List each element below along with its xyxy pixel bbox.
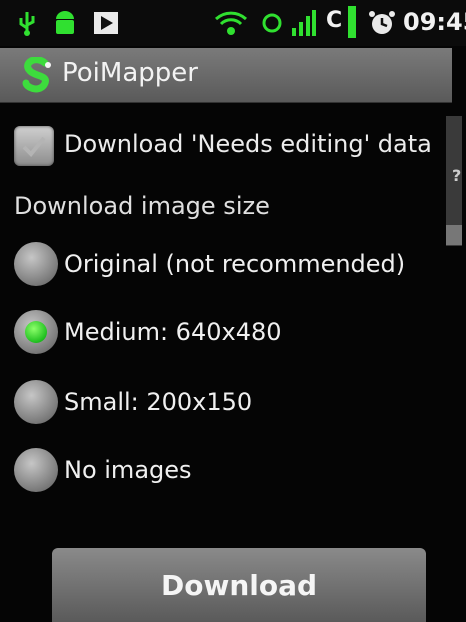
title-bar: PoiMapper [0, 48, 452, 103]
needs-editing-option[interactable]: Download 'Needs editing' data [12, 124, 442, 168]
radio-label-no-images: No images [64, 456, 192, 484]
android-icon [56, 11, 74, 34]
radio-option-original[interactable]: Original (not recommended) [12, 240, 442, 290]
play-icon [94, 12, 118, 34]
status-bar: C 09:45 [0, 0, 466, 46]
needs-editing-label: Download 'Needs editing' data [64, 130, 432, 158]
image-size-heading: Download image size [14, 192, 270, 220]
scrollbar-thumb[interactable] [446, 225, 462, 245]
carrier-indicator: C [326, 8, 343, 33]
app-title: PoiMapper [62, 58, 198, 88]
needs-editing-checkbox[interactable] [14, 126, 54, 166]
radio-original[interactable] [14, 242, 58, 286]
radio-label-original: Original (not recommended) [64, 250, 406, 278]
wifi-icon [214, 11, 248, 35]
sync-icon [262, 13, 282, 33]
radio-label-small: Small: 200x150 [64, 388, 253, 416]
radio-option-small[interactable]: Small: 200x150 [12, 378, 442, 428]
download-button[interactable]: Download [52, 548, 426, 622]
radio-label-medium: Medium: 640x480 [64, 318, 282, 346]
status-time: 09:45 [403, 8, 466, 36]
poimapper-logo-icon [22, 57, 51, 93]
radio-medium[interactable] [14, 310, 58, 354]
radio-option-no-images[interactable]: No images [12, 446, 442, 496]
radio-no-images[interactable] [14, 448, 58, 492]
radio-option-medium[interactable]: Medium: 640x480 [12, 308, 442, 358]
scrollbar-marker: ? [452, 166, 462, 185]
checkmark-icon [22, 136, 46, 157]
signal-icon [292, 10, 316, 36]
alarm-icon [369, 11, 395, 34]
battery-icon [348, 6, 356, 38]
radio-small[interactable] [14, 380, 58, 424]
usb-icon [19, 12, 35, 36]
